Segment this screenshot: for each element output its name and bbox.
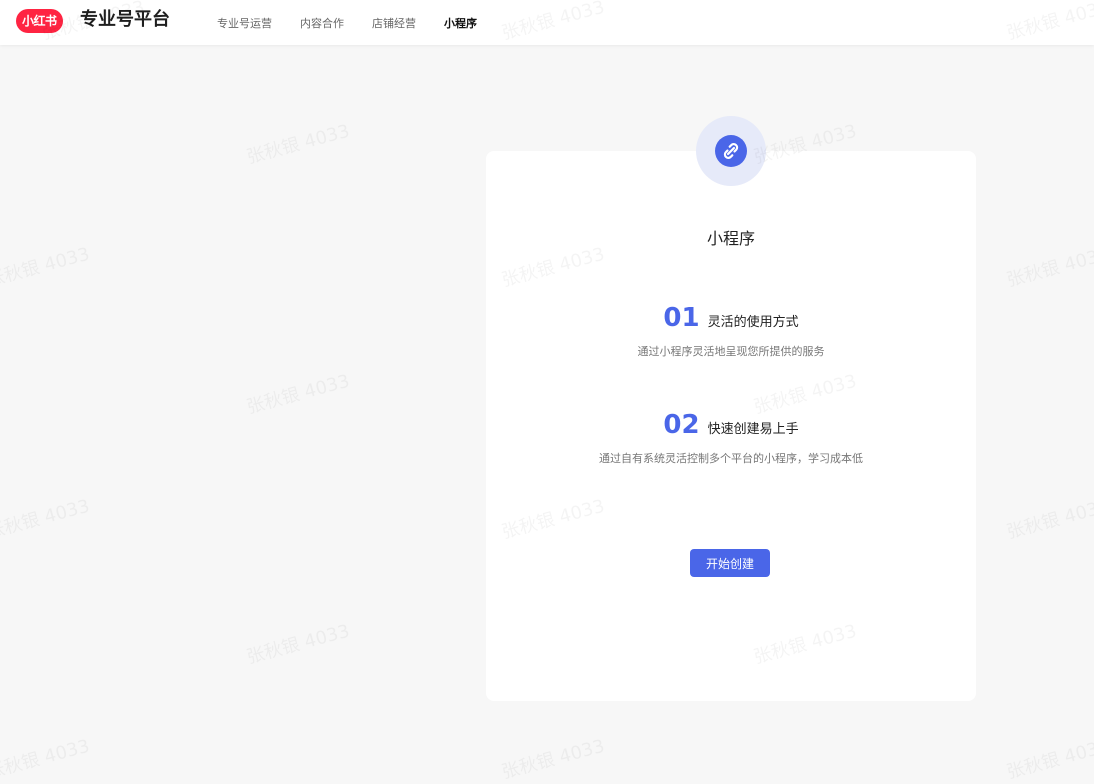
watermark: 张秋银 4033 xyxy=(0,492,92,544)
nav-item-store-management[interactable]: 店铺经营 xyxy=(372,15,416,31)
feature-number: 01 xyxy=(663,303,700,333)
watermark: 张秋银 4033 xyxy=(243,117,352,169)
mini-program-icon-badge xyxy=(696,116,766,186)
platform-title: 专业号平台 xyxy=(80,9,170,30)
mini-program-card: 小程序 01 灵活的使用方式 通过小程序灵活地呈现您所提供的服务 02 快速创建… xyxy=(486,151,976,701)
card-title: 小程序 xyxy=(706,229,755,248)
feature-title: 快速创建易上手 xyxy=(707,422,799,437)
watermark: 张秋银 4033 xyxy=(1003,732,1094,784)
feature-number: 02 xyxy=(663,410,700,440)
feature-item: 01 灵活的使用方式 通过小程序灵活地呈现您所提供的服务 xyxy=(486,303,976,359)
feature-item: 02 快速创建易上手 通过自有系统灵活控制多个平台的小程序，学习成本低 xyxy=(486,410,976,466)
watermark: 张秋银 4033 xyxy=(1003,492,1094,544)
watermark: 张秋银 4033 xyxy=(243,367,352,419)
nav-item-mini-program[interactable]: 小程序 xyxy=(444,15,477,31)
watermark: 张秋银 4033 xyxy=(0,732,92,784)
feature-title: 灵活的使用方式 xyxy=(707,315,799,330)
xiaohongshu-logo[interactable]: 小红书 xyxy=(16,9,63,33)
watermark: 张秋银 4033 xyxy=(498,732,607,784)
watermark: 张秋银 4033 xyxy=(0,240,92,292)
top-navigation-bar: 小红书 专业号平台 专业号运营 内容合作 店铺经营 小程序 xyxy=(0,0,1094,45)
nav-item-content-cooperation[interactable]: 内容合作 xyxy=(300,15,344,31)
feature-description: 通过小程序灵活地呈现您所提供的服务 xyxy=(637,345,825,358)
nav-item-pro-operation[interactable]: 专业号运营 xyxy=(217,15,272,31)
watermark: 张秋银 4033 xyxy=(243,617,352,669)
link-icon xyxy=(715,135,747,167)
feature-description: 通过自有系统灵活控制多个平台的小程序，学习成本低 xyxy=(599,452,863,465)
main-nav: 专业号运营 内容合作 店铺经营 小程序 xyxy=(217,0,505,45)
watermark: 张秋银 4033 xyxy=(1003,240,1094,292)
start-create-button[interactable]: 开始创建 xyxy=(690,549,770,577)
